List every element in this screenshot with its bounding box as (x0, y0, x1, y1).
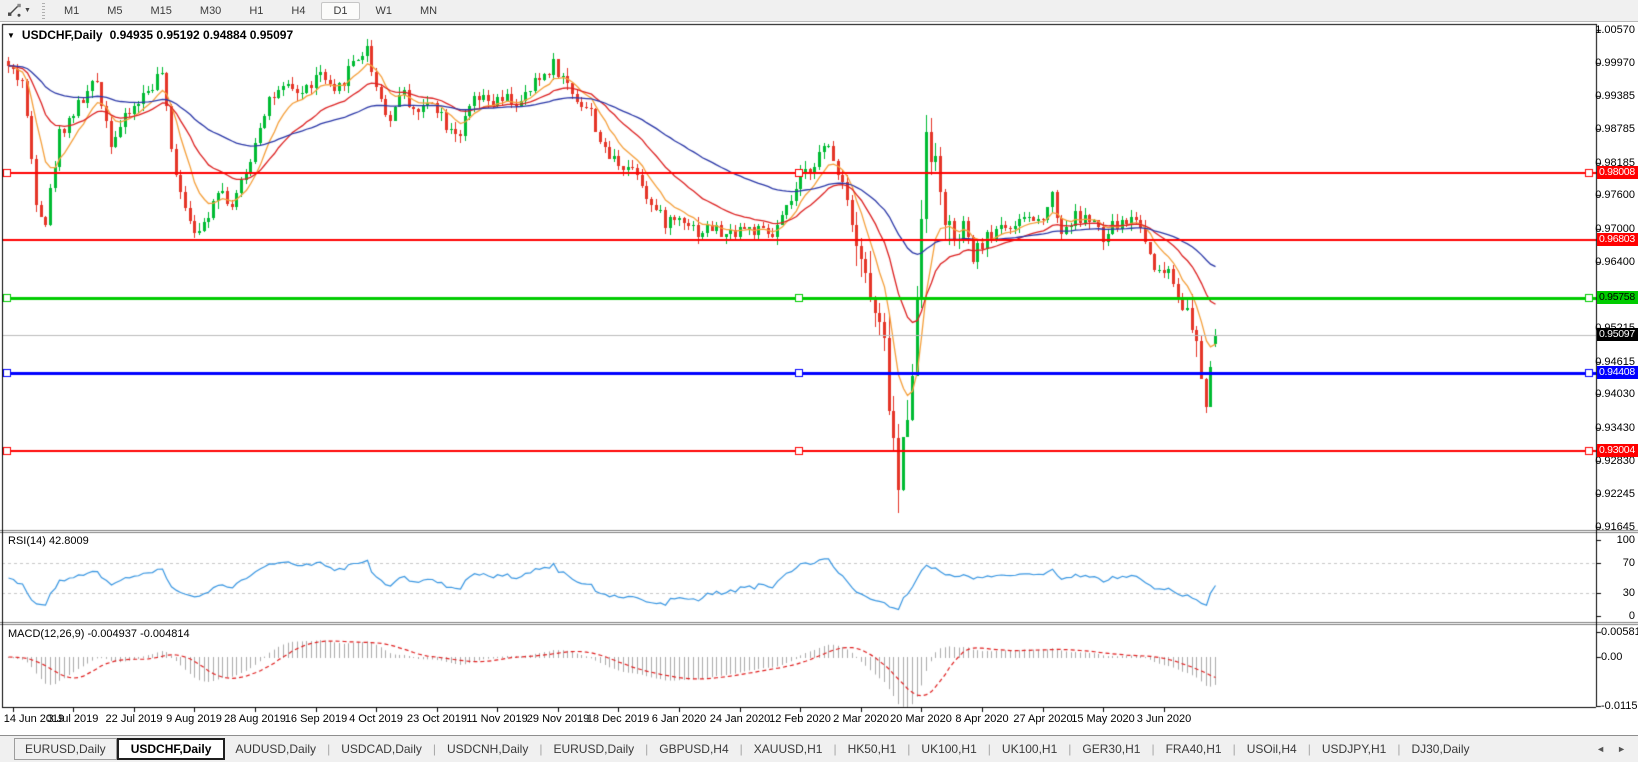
chart-tab-usdchf-daily[interactable]: USDCHF,Daily (116, 738, 226, 760)
price-axis-tag: 0.96803 (1597, 233, 1638, 246)
chart-tab-uk100-h1[interactable]: UK100,H1 (911, 739, 986, 759)
chart-tab-dj30-daily[interactable]: DJ30,Daily (1401, 739, 1479, 759)
price-tick-label: 0.97600 (1595, 189, 1635, 201)
date-tick-label: 29 Nov 2019 (526, 713, 590, 725)
chart-tab-fra40-h1[interactable]: FRA40,H1 (1156, 739, 1232, 759)
date-tick-label: 22 Jul 2019 (105, 713, 163, 725)
macd-indicator-label: MACD(12,26,9) -0.004937 -0.004814 (8, 628, 190, 640)
chart-tab-usdcnh-daily[interactable]: USDCNH,Daily (437, 739, 538, 759)
timeframe-button-d1[interactable]: D1 (321, 1, 360, 20)
chart-ohlc-values: 0.94935 0.95192 0.94884 0.95097 (109, 28, 294, 42)
price-tick-label: 0.99970 (1595, 57, 1635, 69)
price-axis-tag: 0.95758 (1597, 291, 1638, 304)
date-tick-label: 4 Oct 2019 (349, 713, 403, 725)
chart-title-bar: ▼ USDCHF,Daily 0.94935 0.95192 0.94884 0… (7, 28, 293, 42)
tabs-scroll-right-icon[interactable]: ► (1617, 744, 1626, 754)
chart-tabs: EURUSD,Daily USDCHF,Daily AUDUSD,Daily | USD… (14, 738, 1480, 760)
chart-tab-usdcad-daily[interactable]: USDCAD,Daily (331, 739, 432, 759)
price-tick-label: 0.94030 (1595, 388, 1635, 400)
rsi-tick-label: 0 (1628, 610, 1635, 622)
price-tick-label: 0.93430 (1595, 422, 1635, 434)
date-tick-label: 15 May 2020 (1071, 713, 1135, 725)
tabs-scroll-left-icon[interactable]: ◄ (1596, 744, 1605, 754)
date-tick-label: 27 Apr 2020 (1013, 713, 1073, 725)
price-tick-label: 0.99385 (1595, 90, 1635, 102)
timeframe-button-m1[interactable]: M1 (52, 2, 91, 20)
macd-tick-label: 0.00 (1601, 651, 1623, 663)
price-axis-tag: 0.98008 (1597, 166, 1638, 179)
price-axis-tag: 0.95097 (1597, 328, 1638, 341)
price-axis-tag: 0.93004 (1597, 444, 1638, 457)
timeframe-button-mn[interactable]: MN (408, 2, 449, 20)
date-tick-label: 8 Apr 2020 (955, 713, 1009, 725)
date-tick-label: 3 Jul 2019 (47, 713, 99, 725)
date-tick-label: 23 Oct 2019 (407, 713, 467, 725)
date-tick-label: 6 Jan 2020 (651, 713, 707, 725)
date-tick-label: 18 Dec 2019 (586, 713, 650, 725)
rsi-tick-label: 30 (1622, 587, 1635, 599)
rsi-tick-label: 100 (1616, 534, 1635, 546)
rsi-indicator-label: RSI(14) 42.8009 (8, 535, 89, 547)
chart-symbol-title: USDCHF,Daily (21, 28, 103, 42)
top-toolbar: ▼ M1 M5 M15 M30 H1 H4 D1 W1 MN (0, 0, 1638, 22)
macd-tick-label: -0.011514 (1601, 700, 1638, 712)
price-tick-label: 0.96400 (1595, 256, 1635, 268)
rsi-tick-label: 70 (1622, 557, 1635, 569)
toolbar-grip-handle[interactable] (41, 2, 45, 19)
timeframe-button-m30[interactable]: M30 (188, 2, 233, 20)
timeframe-button-h4[interactable]: H4 (279, 2, 317, 20)
timeframe-button-w1[interactable]: W1 (364, 2, 405, 20)
chart-tab-usoil-h4[interactable]: USOil,H4 (1237, 739, 1307, 759)
timeframe-button-m15[interactable]: M15 (139, 2, 184, 20)
tab-scroll-arrows: ◄ ► (1596, 744, 1626, 754)
date-tick-label: 16 Sep 2019 (284, 713, 348, 725)
timeframe-button-h1[interactable]: H1 (237, 2, 275, 20)
date-tick-label: 3 Jun 2020 (1136, 713, 1192, 725)
chart-tab-hk50-h1[interactable]: HK50,H1 (838, 739, 907, 759)
chart-tab-xauusd-h1[interactable]: XAUUSD,H1 (744, 739, 833, 759)
macd-tick-label: 0.005818 (1601, 626, 1638, 638)
mt4-terminal: { "toolbar": { "timeframes": ["M1","M5",… (0, 0, 1638, 762)
date-tick-label: 28 Aug 2019 (224, 713, 286, 725)
price-tick-label: 0.92245 (1595, 488, 1635, 500)
price-chart-canvas[interactable] (0, 22, 1638, 735)
dropdown-caret-icon[interactable]: ▼ (24, 7, 31, 14)
timeframe-button-group: M1 M5 M15 M30 H1 H4 D1 W1 MN (52, 1, 449, 20)
chart-tab-usdjpy-h1[interactable]: USDJPY,H1 (1312, 739, 1396, 759)
timeframe-button-m5[interactable]: M5 (95, 2, 134, 20)
chart-area: ▼ USDCHF,Daily 0.94935 0.95192 0.94884 0… (0, 22, 1638, 735)
price-tick-label: 0.91645 (1595, 521, 1635, 533)
date-tick-label: 9 Aug 2019 (166, 713, 222, 725)
price-axis-tag: 0.94408 (1597, 366, 1638, 379)
date-tick-label: 11 Nov 2019 (466, 713, 528, 725)
chart-collapse-icon[interactable]: ▼ (7, 31, 15, 40)
chart-tab-uk100-h1[interactable]: UK100,H1 (992, 739, 1067, 759)
chart-tab-eurusd-daily[interactable]: EURUSD,Daily (14, 738, 117, 760)
price-tick-label: 0.98785 (1595, 123, 1635, 135)
date-tick-label: 20 Mar 2020 (890, 713, 952, 725)
chart-tab-ger30-h1[interactable]: GER30,H1 (1072, 739, 1150, 759)
chart-tab-eurusd-daily[interactable]: EURUSD,Daily (543, 739, 644, 759)
date-tick-label: 24 Jan 2020 (709, 713, 771, 725)
line-studies-icon[interactable] (5, 3, 23, 19)
chart-tab-gbpusd-h4[interactable]: GBPUSD,H4 (649, 739, 738, 759)
chart-tab-bar: EURUSD,Daily USDCHF,Daily AUDUSD,Daily | USD… (0, 735, 1638, 762)
chart-tab-audusd-daily[interactable]: AUDUSD,Daily (225, 739, 326, 759)
date-tick-label: 2 Mar 2020 (833, 713, 889, 725)
date-tick-label: 12 Feb 2020 (769, 713, 831, 725)
price-tick-label: 1.00570 (1595, 24, 1635, 36)
